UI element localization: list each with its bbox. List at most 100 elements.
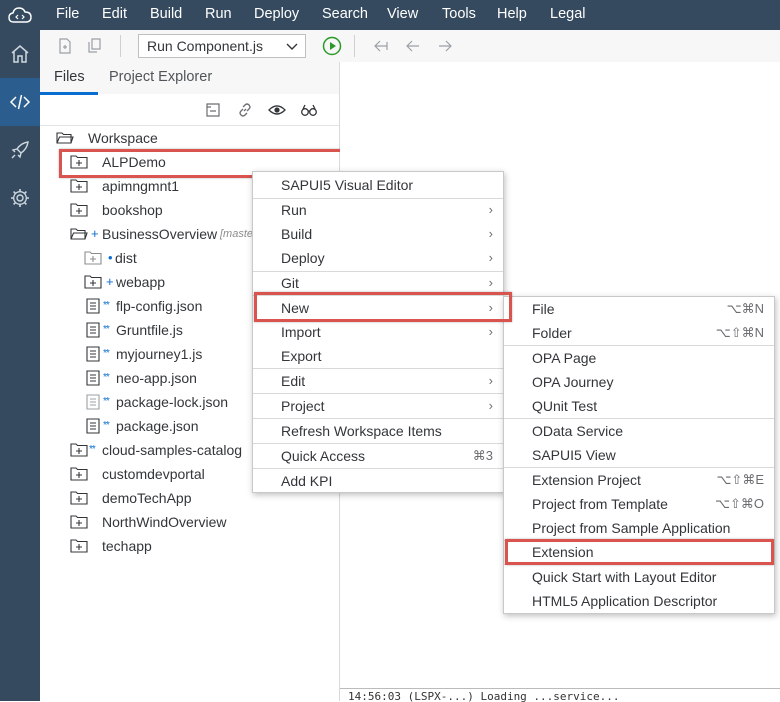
rocket-icon [11,141,29,159]
new-file-icon[interactable] [56,37,74,55]
menu-item-label: Import [281,324,321,340]
tree-item-techapp[interactable]: techapp [70,534,336,558]
submenu-item-opa-page[interactable]: OPA Page [504,346,774,370]
deploy-button[interactable] [0,126,40,174]
project-folder-icon [70,467,88,481]
submenu-item-sapui5-view[interactable]: SAPUI5 View [504,443,774,467]
menubar: File Edit Build Run Deploy Search View T… [0,0,780,30]
shortcut-label: ⌘3 [472,448,493,463]
project-folder-icon [70,443,88,457]
tree-label: dist [115,250,137,266]
menu-search[interactable]: Search [322,6,368,22]
tree-label: cloud-samples-catalog [102,442,243,458]
menu-item-label: Folder [532,325,572,341]
menu-item-label: OData Service [532,423,624,439]
menu-item-add-kpi[interactable]: Add KPI [253,469,503,493]
menu-item-deploy[interactable]: Deploy › [253,246,503,270]
shortcut-label: ⌥⇧⌘E [716,472,764,487]
menu-item-edit[interactable]: Edit › [253,369,503,393]
menu-item-run[interactable]: Run › [253,198,503,222]
gear-icon [11,189,29,207]
new-submenu: File ⌥⌘N Folder ⌥⇧⌘N OPA Page OPA Journey … [503,296,775,614]
home-button[interactable] [0,30,40,78]
tree-label: techapp [102,538,152,554]
development-button[interactable] [0,78,40,126]
folder-icon [84,251,102,265]
tree-label: Gruntfile.js [116,322,183,338]
submenu-item-folder[interactable]: Folder ⌥⇧⌘N [504,321,774,345]
run-config-select[interactable]: Run Component.js [138,34,306,58]
menu-item-quick-access[interactable]: Quick Access ⌘3 [253,444,503,468]
menu-item-import[interactable]: Import › [253,320,503,344]
submenu-item-project-from-template[interactable]: Project from Template ⌥⇧⌘O [504,492,774,516]
cloud-logo-icon[interactable] [8,6,32,24]
submenu-item-odata-service[interactable]: OData Service [504,419,774,443]
console-line: 14:56:03 (LSPX-...) Loading ...service..… [348,690,620,702]
submenu-item-qunit-test[interactable]: QUnit Test [504,394,774,418]
navigate-first-icon[interactable] [372,37,390,55]
menu-item-label: OPA Journey [532,374,614,390]
file-tools [40,95,339,126]
menu-item-label: File [532,301,555,317]
folder-open-icon [56,132,74,144]
navigate-back-icon[interactable] [404,37,422,55]
eye-icon[interactable] [268,101,286,119]
menu-run[interactable]: Run [205,6,232,22]
git-status-marker: ** [89,444,96,455]
tree-label: flp-config.json [116,298,203,314]
navigate-forward-icon[interactable] [436,37,454,55]
menu-item-label: Quick Start with Layout Editor [532,569,717,585]
menu-item-sapui5-visual-editor[interactable]: SAPUI5 Visual Editor [253,173,503,197]
tree-label: customdevportal [102,466,205,482]
menu-file[interactable]: File [56,6,79,22]
chevron-right-icon: › [488,324,493,339]
tree-label: package.json [116,418,199,434]
menu-view[interactable]: View [387,6,418,22]
menu-item-label: Edit [281,373,306,389]
menu-item-label: Deploy [281,250,325,266]
collapse-all-icon[interactable] [204,101,222,119]
binoculars-icon[interactable] [300,101,318,119]
menu-item-label: Project [281,398,325,414]
tree-label: bookshop [102,202,163,218]
submenu-item-project-from-sample[interactable]: Project from Sample Application [504,516,774,540]
submenu-item-file[interactable]: File ⌥⌘N [504,297,774,321]
save-all-icon[interactable] [86,37,104,55]
link-icon[interactable] [236,101,254,119]
submenu-item-opa-journey[interactable]: OPA Journey [504,370,774,394]
toolbar-divider [354,35,355,57]
git-branch-label: [maste [220,228,254,240]
menu-item-build[interactable]: Build › [253,222,503,246]
menu-edit[interactable]: Edit [102,6,127,22]
activity-bar [0,30,40,701]
tree-item-northwindoverview[interactable]: NorthWindOverview [70,510,336,534]
project-folder-icon [70,203,88,217]
menu-item-label: Add KPI [281,473,333,489]
tab-files[interactable]: Files [54,69,85,85]
menu-item-export[interactable]: Export [253,344,503,368]
menu-item-label: Extension Project [532,472,641,488]
tree-workspace[interactable]: Workspace [56,126,336,150]
submenu-item-quick-start-layout-editor[interactable]: Quick Start with Layout Editor [504,565,774,589]
run-icon[interactable] [322,36,342,56]
tree-label: BusinessOverview [102,226,218,242]
tab-project-explorer[interactable]: Project Explorer [109,69,212,85]
code-icon [9,94,31,110]
menu-item-refresh-workspace[interactable]: Refresh Workspace Items [253,419,503,443]
submenu-item-html5-descriptor[interactable]: HTML5 Application Descriptor [504,589,774,613]
menu-item-project[interactable]: Project › [253,394,503,418]
menu-item-label: Quick Access [281,448,366,464]
settings-button[interactable] [0,174,40,222]
menu-help[interactable]: Help [497,6,527,22]
menu-deploy[interactable]: Deploy [254,6,299,22]
menu-item-label: SAPUI5 View [532,447,616,463]
git-status-marker: ** [103,396,110,407]
submenu-item-extension-project[interactable]: Extension Project ⌥⇧⌘E [504,468,774,492]
file-icon [86,298,100,314]
git-status-marker: ** [103,324,110,335]
menu-tools[interactable]: Tools [442,6,476,22]
menu-legal[interactable]: Legal [550,6,585,22]
chevron-right-icon: › [488,250,493,265]
menu-build[interactable]: Build [150,6,182,22]
project-folder-icon [70,515,88,529]
